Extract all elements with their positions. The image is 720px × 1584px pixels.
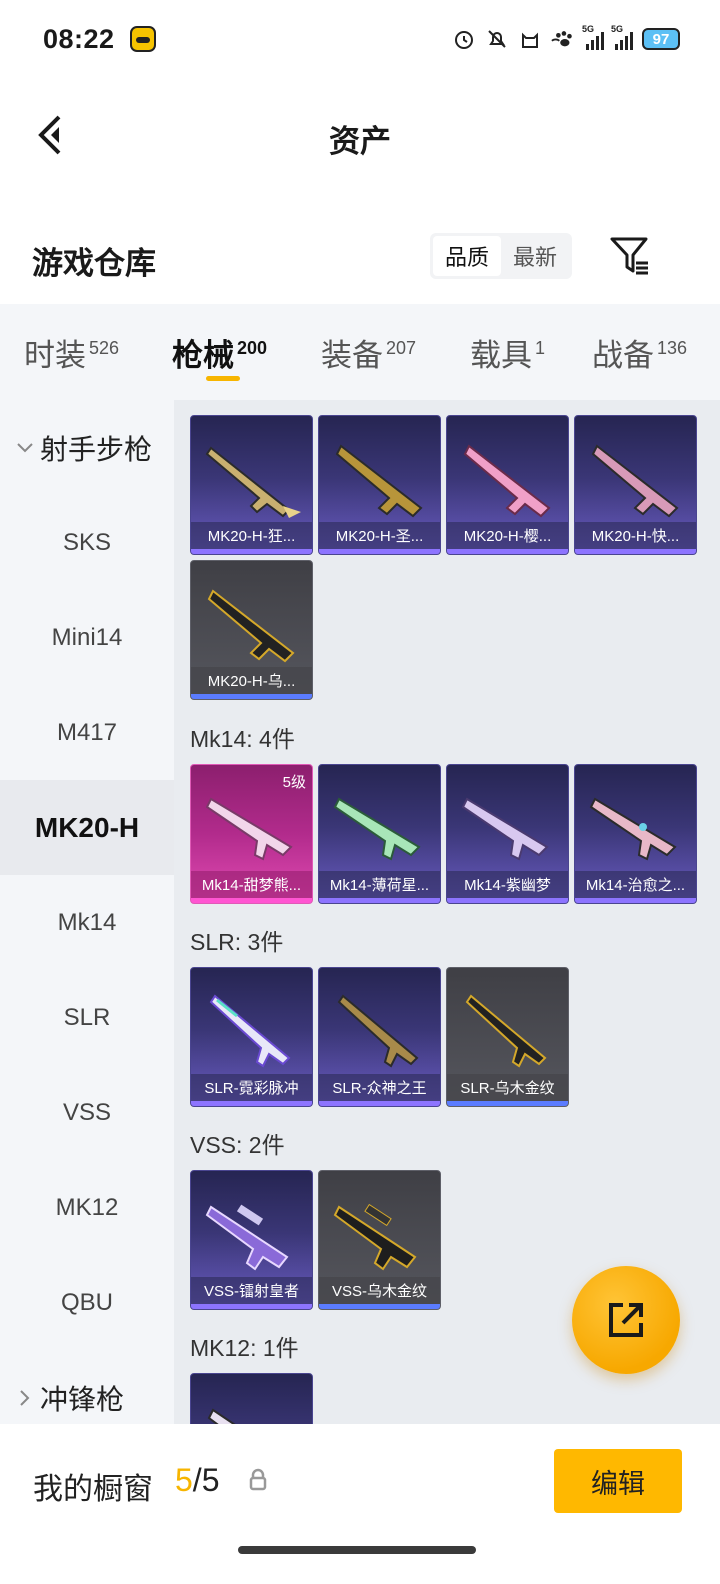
showcase-label: 我的橱窗	[33, 1473, 153, 1506]
sidebar-item-qbu[interactable]: QBU	[0, 1255, 174, 1350]
sidebar-item-vss[interactable]: VSS	[0, 1065, 174, 1160]
gun-image	[209, 994, 291, 1068]
gun-image	[461, 797, 549, 861]
weapon-sidebar: 射手步枪 SKS Mini14 M417 MK20-H Mk14 SLR VSS…	[0, 400, 174, 1424]
sidebar-item-mk20h[interactable]: MK20-H	[0, 780, 174, 875]
skin-card[interactable]: SLR-众神之王	[318, 967, 441, 1107]
cat-icon	[518, 26, 542, 52]
mute-icon	[485, 26, 509, 52]
skin-card[interactable]: MK20-H-快...	[574, 415, 697, 555]
skin-card[interactable]: SLR-霓彩脉冲	[190, 967, 313, 1107]
app-screen: 08:22 5G 5G 97 资产 游戏仓库 品质 最新 时装 526 枪械 2…	[0, 0, 720, 1584]
skin-card[interactable]: SLR-乌木金纹	[446, 967, 569, 1107]
share-external-icon	[609, 1303, 643, 1337]
category-tabs: 时装 526 枪械 200 装备 207 载具 1 战备 136	[0, 304, 720, 400]
sidebar-item-m417[interactable]: M417	[0, 685, 174, 780]
chevron-down-icon	[14, 442, 36, 454]
gun-image	[205, 1204, 289, 1271]
gun-image	[337, 994, 419, 1068]
gun-image	[207, 589, 295, 663]
section-title-slr: SLR: 3件	[190, 929, 284, 955]
status-bar: 08:22 5G 5G 97	[0, 0, 720, 80]
skin-card[interactable]: VSS-镭射皇者	[190, 1170, 313, 1310]
skin-card[interactable]: MK20-H-狂...	[190, 415, 313, 555]
tab-firearms[interactable]: 枪械 200	[172, 330, 267, 375]
tab-active-indicator	[206, 376, 240, 381]
skin-card[interactable]: MK20-H-乌...	[190, 560, 313, 700]
filter-button[interactable]	[608, 233, 652, 279]
gun-image	[335, 444, 423, 518]
page-title: 资产	[329, 124, 391, 159]
home-indicator[interactable]	[238, 1546, 476, 1554]
tab-fashion[interactable]: 时装 526	[24, 330, 119, 375]
filter-icon	[610, 237, 648, 275]
status-icons: 5G 5G 97	[452, 24, 680, 52]
sidebar-group-smg[interactable]: 冲锋枪	[14, 1378, 124, 1418]
skin-card[interactable]: Mk14-紫幽梦	[446, 764, 569, 904]
skin-card[interactable]: Mk14-薄荷星...	[318, 764, 441, 904]
edit-button[interactable]: 编辑	[554, 1449, 682, 1513]
gun-image	[333, 1203, 417, 1271]
showcase-count: 5/5	[175, 1462, 220, 1498]
gun-image	[589, 797, 677, 861]
signal-icon-2: 5G	[611, 24, 633, 50]
skin-card[interactable]: MK20-H-圣...	[318, 415, 441, 555]
gun-image	[205, 797, 293, 861]
sort-newest[interactable]: 最新	[501, 236, 569, 276]
sort-quality[interactable]: 品质	[433, 236, 501, 276]
skin-card[interactable]	[190, 1373, 313, 1424]
skin-card[interactable]: 5级 Mk14-甜梦熊...	[190, 764, 313, 904]
signal-icon: 5G	[582, 24, 604, 50]
sidebar-item-mk14[interactable]: Mk14	[0, 875, 174, 970]
section-title-mk12: MK12: 1件	[190, 1335, 299, 1361]
sidebar-item-slr[interactable]: SLR	[0, 970, 174, 1065]
gun-image	[207, 1408, 236, 1424]
warehouse-title: 游戏仓库	[32, 246, 156, 281]
section-title-vss: VSS: 2件	[190, 1132, 285, 1158]
sort-toggle: 品质 最新	[430, 233, 572, 279]
gun-image	[333, 797, 421, 861]
wifi-paw-icon	[551, 26, 575, 52]
chevron-right-icon	[14, 1389, 36, 1407]
gun-image	[205, 446, 301, 518]
lock-icon	[249, 1468, 267, 1491]
status-time: 08:22	[43, 24, 115, 54]
tab-equipment[interactable]: 装备 207	[321, 330, 416, 375]
bottom-bar: 我的橱窗 5/5 编辑	[0, 1424, 720, 1584]
section-title-mk14: Mk14: 4件	[190, 726, 295, 752]
gun-image	[591, 444, 679, 518]
app-notification-icon	[130, 26, 156, 52]
gun-image	[465, 994, 547, 1068]
skin-card[interactable]: VSS-乌木金纹	[318, 1170, 441, 1310]
tab-supplies[interactable]: 战备 136	[592, 330, 687, 375]
sidebar-item-mk12[interactable]: MK12	[0, 1160, 174, 1255]
skin-card[interactable]: Mk14-治愈之...	[574, 764, 697, 904]
battery-icon: 97	[642, 28, 680, 50]
alarm-icon	[452, 26, 476, 52]
sidebar-group-marksman[interactable]: 射手步枪	[14, 428, 152, 468]
gun-image	[463, 444, 551, 518]
tab-vehicles[interactable]: 载具 1	[470, 330, 545, 375]
sidebar-item-sks[interactable]: SKS	[0, 495, 174, 590]
skin-card[interactable]: MK20-H-樱...	[446, 415, 569, 555]
sidebar-item-mini14[interactable]: Mini14	[0, 590, 174, 685]
share-button[interactable]	[572, 1266, 680, 1374]
